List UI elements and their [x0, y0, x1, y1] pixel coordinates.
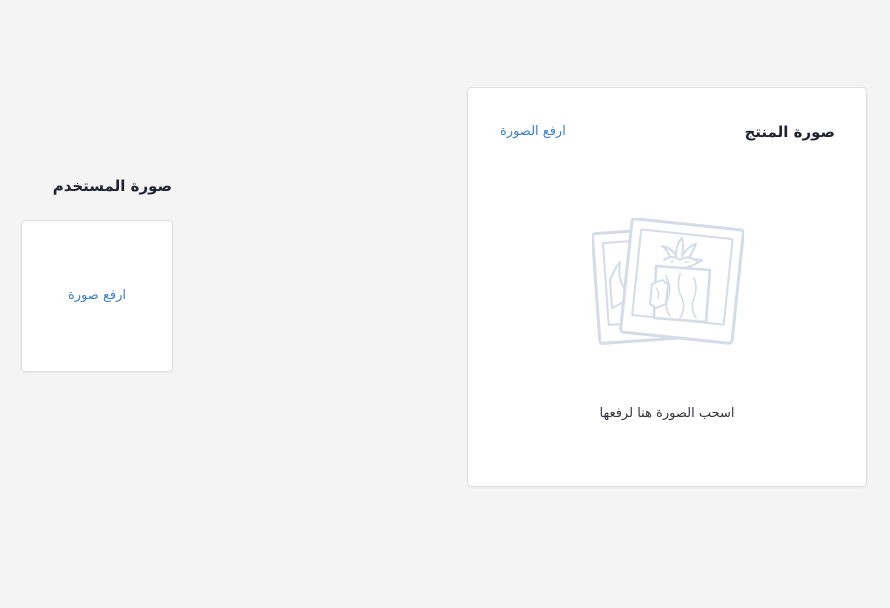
- image-dropzone[interactable]: اسحب الصورة هنا لرفعها: [468, 198, 866, 421]
- drop-hint-text: اسحب الصورة هنا لرفعها: [599, 406, 735, 421]
- user-image-title: صورة المستخدم: [52, 177, 172, 195]
- photo-frames-icon: [592, 218, 744, 345]
- user-upload-label[interactable]: ارفع صورة: [22, 288, 172, 303]
- product-image-title: صورة المنتج: [744, 123, 836, 141]
- user-image-upload-box[interactable]: ارفع صورة: [21, 220, 173, 372]
- upload-image-link[interactable]: ارفع الصورة: [500, 124, 566, 139]
- product-image-card: صورة المنتج ارفع الصورة اسحب الصورة هنا …: [467, 87, 867, 487]
- page: صورة المنتج ارفع الصورة اسحب الصورة هنا …: [0, 0, 890, 608]
